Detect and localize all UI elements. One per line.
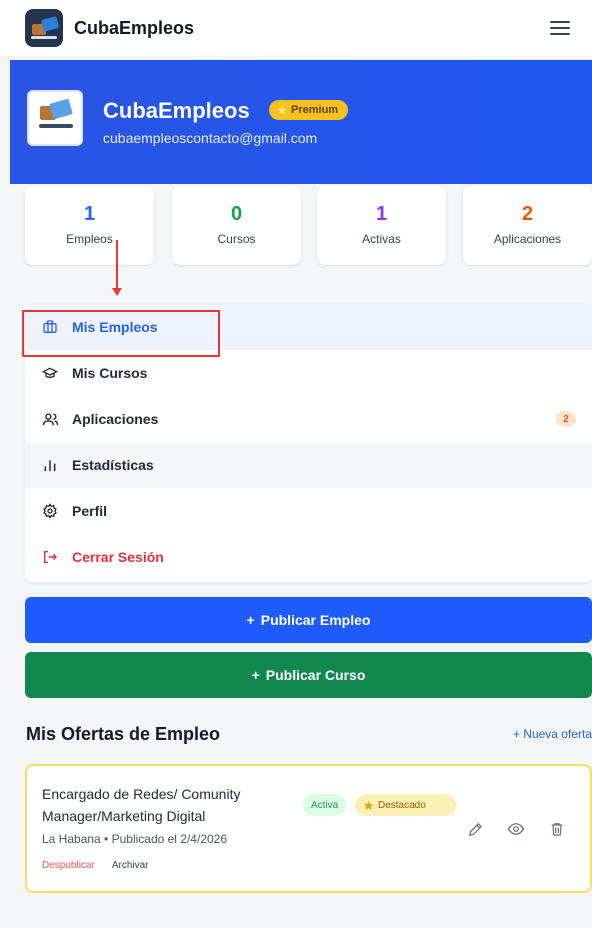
profile-email: cubaempleoscontacto@gmail.com xyxy=(103,130,318,146)
archive-link[interactable]: Archivar xyxy=(112,860,149,871)
menu-item-label: Estadísticas xyxy=(72,457,154,473)
menu-item-label: Mis Cursos xyxy=(72,365,148,381)
job-offer-icon-actions xyxy=(464,818,568,840)
hamburger-menu-icon[interactable] xyxy=(550,20,570,36)
menu-item-perfil[interactable]: Perfil xyxy=(25,488,592,534)
stat-card-cursos[interactable]: 0 Cursos xyxy=(172,186,301,265)
stat-value: 1 xyxy=(375,203,388,225)
unpublish-link[interactable]: Despublicar xyxy=(42,860,95,871)
delete-trash-icon[interactable] xyxy=(546,818,568,840)
gear-icon xyxy=(40,501,60,521)
avatar-base-shape xyxy=(39,124,73,128)
annotation-arrow-head xyxy=(112,288,122,296)
stat-label: Cursos xyxy=(217,232,256,246)
stat-label: Aplicaciones xyxy=(493,232,562,246)
stat-label: Empleos xyxy=(66,232,113,246)
featured-badge: Destacado xyxy=(355,794,456,816)
graduation-cap-icon xyxy=(40,363,60,383)
stat-card-activas[interactable]: 1 Activas xyxy=(317,186,446,265)
logout-icon xyxy=(40,547,60,567)
annotation-highlight-box xyxy=(22,310,220,357)
annotation-arrow-line xyxy=(116,240,118,290)
plus-icon: + xyxy=(246,612,255,628)
star-icon xyxy=(363,800,374,810)
menu-item-aplicaciones[interactable]: Aplicaciones 2 xyxy=(25,396,592,442)
stat-card-aplicaciones[interactable]: 2 Aplicaciones xyxy=(463,186,592,265)
menu-item-cerrar-sesion[interactable]: Cerrar Sesión xyxy=(25,534,592,580)
status-badge: Activa xyxy=(303,794,347,816)
brand-name[interactable]: CubaEmpleos xyxy=(74,18,194,39)
stat-value: 2 xyxy=(521,203,534,225)
hamburger-line xyxy=(550,27,570,29)
bar-chart-icon xyxy=(40,455,60,475)
plus-icon: + xyxy=(251,667,260,683)
logo-monitor-shape xyxy=(40,16,60,32)
star-icon xyxy=(277,105,287,114)
new-offer-link[interactable]: + Nueva oferta xyxy=(513,727,592,741)
logo-base-shape xyxy=(31,36,57,39)
publish-course-label: Publicar Curso xyxy=(265,667,366,683)
job-offer-card[interactable]: Encargado de Redes/ Comunity Manager/Mar… xyxy=(25,764,592,893)
profile-avatar xyxy=(27,90,83,146)
stat-card-empleos[interactable]: 1 Empleos xyxy=(25,186,154,265)
stat-label: Activas xyxy=(362,232,401,246)
brand-logo[interactable] xyxy=(25,9,63,47)
users-icon xyxy=(40,409,60,429)
profile-banner: CubaEmpleos Premium cubaempleoscontacto@… xyxy=(10,60,592,184)
profile-name: CubaEmpleos xyxy=(103,98,250,123)
job-offer-actions: Despublicar Archivar xyxy=(42,860,149,871)
view-eye-icon[interactable] xyxy=(505,818,527,840)
premium-badge-label: Premium xyxy=(291,104,339,116)
edit-pencil-icon[interactable] xyxy=(464,818,486,840)
featured-badge-label: Destacado xyxy=(378,799,426,811)
publish-job-button[interactable]: + Publicar Empleo xyxy=(25,597,592,643)
menu-item-label: Aplicaciones xyxy=(72,411,159,427)
publish-course-button[interactable]: + Publicar Curso xyxy=(25,652,592,698)
job-offer-meta: La Habana • Publicado el 2/4/2026 xyxy=(42,832,228,846)
job-offers-title: Mis Ofertas de Empleo xyxy=(26,724,221,744)
hamburger-line xyxy=(550,21,570,23)
hamburger-line xyxy=(550,33,570,35)
premium-badge: Premium xyxy=(269,100,349,120)
avatar-monitor-shape xyxy=(49,98,73,120)
job-offer-title[interactable]: Encargado de Redes/ Comunity Manager/Mar… xyxy=(42,783,282,827)
stat-value: 1 xyxy=(83,203,96,225)
publish-job-label: Publicar Empleo xyxy=(260,612,371,628)
top-navbar: CubaEmpleos xyxy=(0,0,592,56)
menu-item-estadisticas[interactable]: Estadísticas xyxy=(25,442,592,488)
stat-value: 0 xyxy=(230,203,243,225)
menu-item-label: Cerrar Sesión xyxy=(72,549,164,565)
menu-item-label: Perfil xyxy=(72,503,108,519)
applications-count-badge: 2 xyxy=(556,411,576,427)
